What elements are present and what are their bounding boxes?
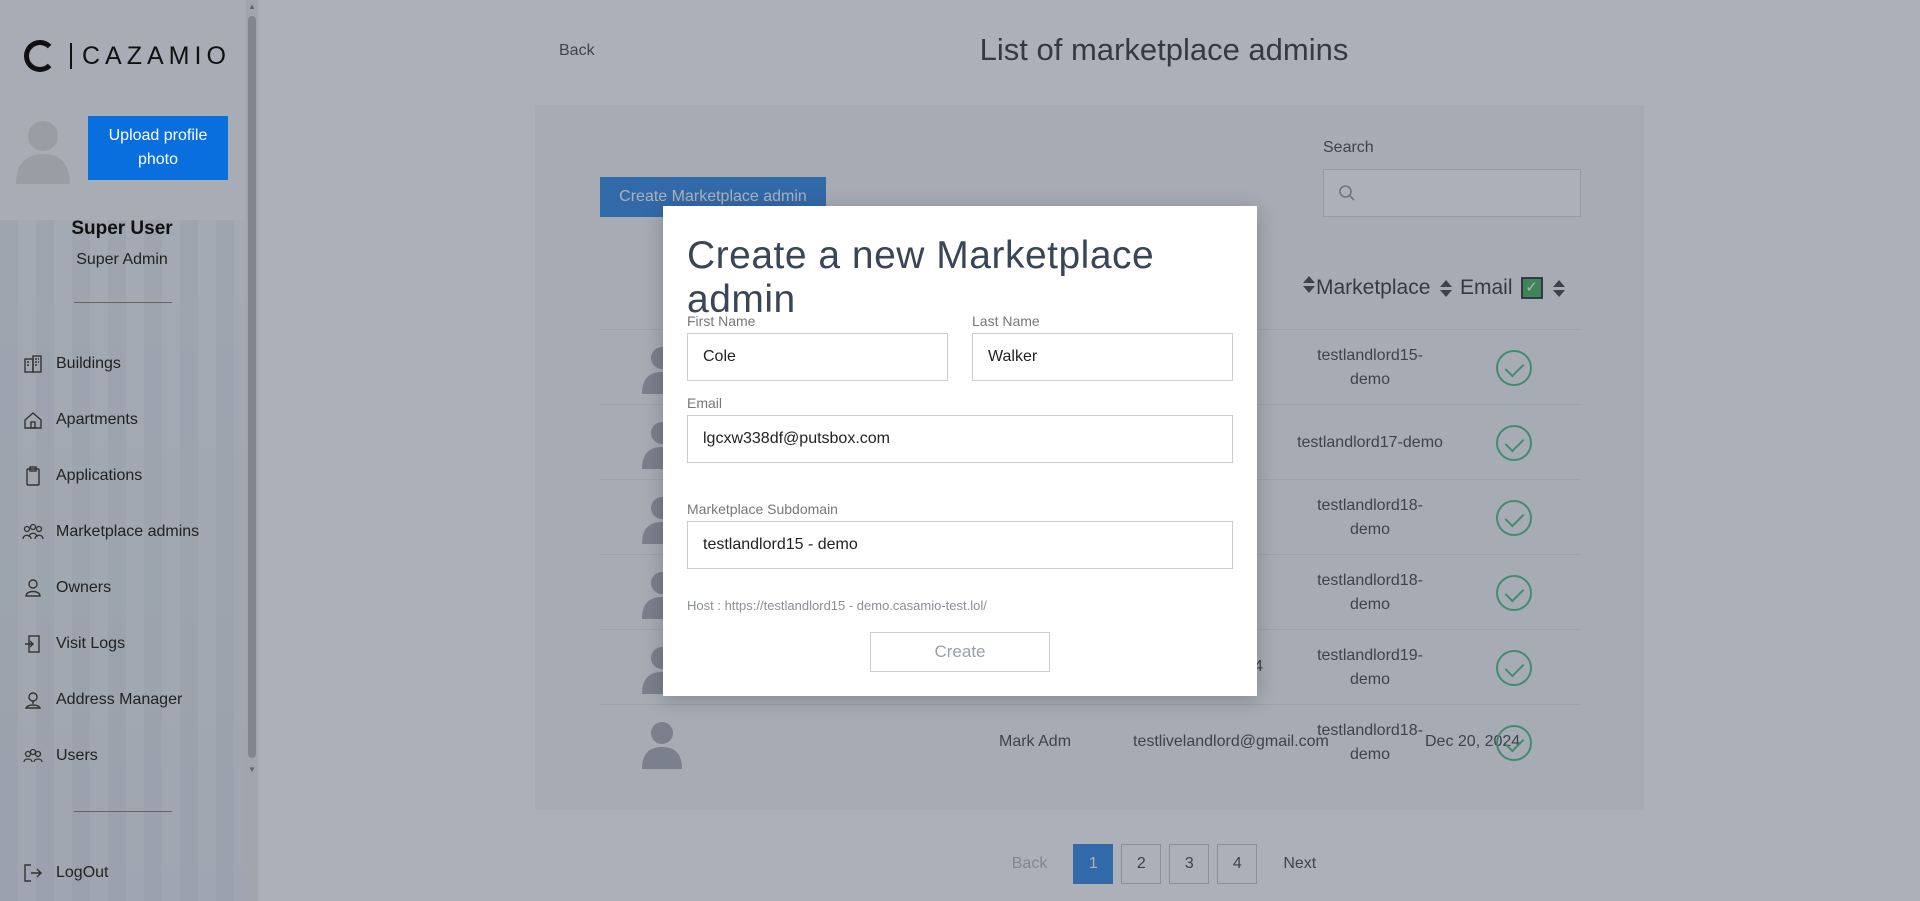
last-name-label: Last Name: [972, 313, 1040, 329]
upload-profile-photo-button[interactable]: Upload profile photo: [88, 116, 228, 180]
sidebar-divider: [74, 302, 172, 303]
sidebar-item-label: Buildings: [56, 355, 121, 372]
subdomain-label: Marketplace Subdomain: [687, 501, 838, 517]
avatar-icon: [16, 121, 70, 184]
sidebar-item-label: Owners: [56, 579, 112, 596]
email-field[interactable]: lgcxw338df@putsbox.com: [687, 415, 1233, 463]
sidebar-item-label: Address Manager: [56, 691, 183, 708]
user-name: Super User: [71, 218, 173, 239]
group-icon: [22, 521, 44, 543]
create-admin-modal: Create a new Marketplace admin First Nam…: [663, 206, 1257, 696]
sidebar-item-applications[interactable]: Applications: [22, 465, 142, 487]
logo-text: CAZAMIO: [82, 41, 231, 70]
user-role: Super Admin: [76, 251, 168, 268]
logo-mark-icon: [24, 40, 56, 72]
sidebar-item-address-manager[interactable]: Address Manager: [22, 689, 182, 711]
email-label: Email: [687, 395, 723, 411]
logo-separator: [70, 43, 72, 69]
modal-title: Create a new Marketplace admin: [687, 234, 1155, 321]
users-icon: [22, 745, 44, 767]
sidebar-item-users[interactable]: Users: [22, 745, 98, 767]
sidebar-item-owners[interactable]: Owners: [22, 577, 111, 599]
first-name-field[interactable]: Cole: [687, 333, 948, 381]
sidebar-item-apartments[interactable]: Apartments: [22, 409, 138, 431]
first-name-label: First Name: [687, 313, 756, 329]
logout-icon: [22, 862, 44, 884]
sidebar-item-buildings[interactable]: Buildings: [22, 353, 121, 375]
logo[interactable]: CAZAMIO: [24, 40, 231, 72]
home-icon: [22, 409, 44, 431]
sidebar-item-label: Apartments: [56, 411, 138, 428]
location-person-icon: [22, 689, 44, 711]
door-icon: [22, 633, 44, 655]
sidebar-item-label: Visit Logs: [56, 635, 126, 652]
owner-icon: [22, 577, 44, 599]
last-name-field[interactable]: Walker: [972, 333, 1233, 381]
sidebar-item-visit-logs[interactable]: Visit Logs: [22, 633, 125, 655]
sidebar-item-label: Applications: [56, 467, 143, 484]
create-button[interactable]: Create: [870, 632, 1050, 672]
buildings-icon: [22, 353, 44, 375]
subdomain-field[interactable]: testlandlord15 - demo: [687, 521, 1233, 569]
clipboard-icon: [22, 465, 44, 487]
sidebar-item-logout[interactable]: LogOut: [22, 862, 108, 884]
host-preview: Host : https://testlandlord15 - demo.cas…: [687, 598, 987, 613]
sidebar-item-marketplace-admins[interactable]: Marketplace admins: [22, 521, 199, 543]
sidebar-item-label: Marketplace admins: [56, 523, 200, 540]
sidebar-divider: [74, 811, 172, 812]
sidebar-item-label: LogOut: [56, 864, 109, 881]
sidebar-item-label: Users: [56, 747, 98, 764]
